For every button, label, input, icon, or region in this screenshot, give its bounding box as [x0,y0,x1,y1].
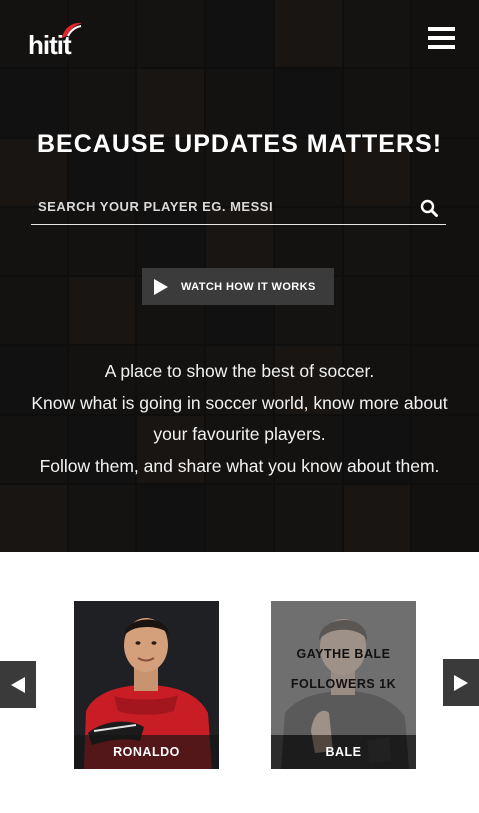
player-name-label: RONALDO [74,735,219,769]
tagline-line: Know what is going in soccer world, know… [31,392,448,445]
player-search [31,190,446,225]
player-card-bale[interactable]: GAYTHE BALE FOLLOWERS 1K BALE [271,601,416,769]
player-card-ronaldo[interactable]: RONALDO [74,601,219,769]
tagline-line: A place to show the best of soccer. [104,361,375,381]
watch-how-it-works-button[interactable]: WATCH HOW IT WORKS [142,268,334,305]
carousel-next-button[interactable] [443,659,479,706]
player-search-input[interactable] [31,190,411,223]
player-full-name: GAYTHE BALE [296,647,391,661]
players-carousel: RONALDO GAYTHE BALE FOLLOWERS 1K BALE [0,552,479,813]
tagline-line: Follow them, and share what you know abo… [39,455,440,476]
arrow-right-icon [454,674,468,691]
player-followers-count: FOLLOWERS 1K [290,677,397,691]
hero-section: hitit BECAUSE UPDATES MATTERS! WATCH HOW… [0,0,479,552]
hamburger-menu-icon[interactable] [428,27,455,49]
logo[interactable]: hitit [28,20,88,60]
search-icon[interactable] [420,199,438,217]
hero-tagline: A place to show the best of soccer. Know… [20,356,459,482]
play-icon [154,278,168,295]
player-name-label: BALE [271,735,416,769]
arrow-left-icon [11,676,25,693]
watch-button-label: WATCH HOW IT WORKS [181,280,316,293]
logo-swoosh-icon [62,22,82,38]
player-hover-overlay [271,601,416,735]
carousel-prev-button[interactable] [0,661,36,708]
page-headline: BECAUSE UPDATES MATTERS! [36,130,443,158]
